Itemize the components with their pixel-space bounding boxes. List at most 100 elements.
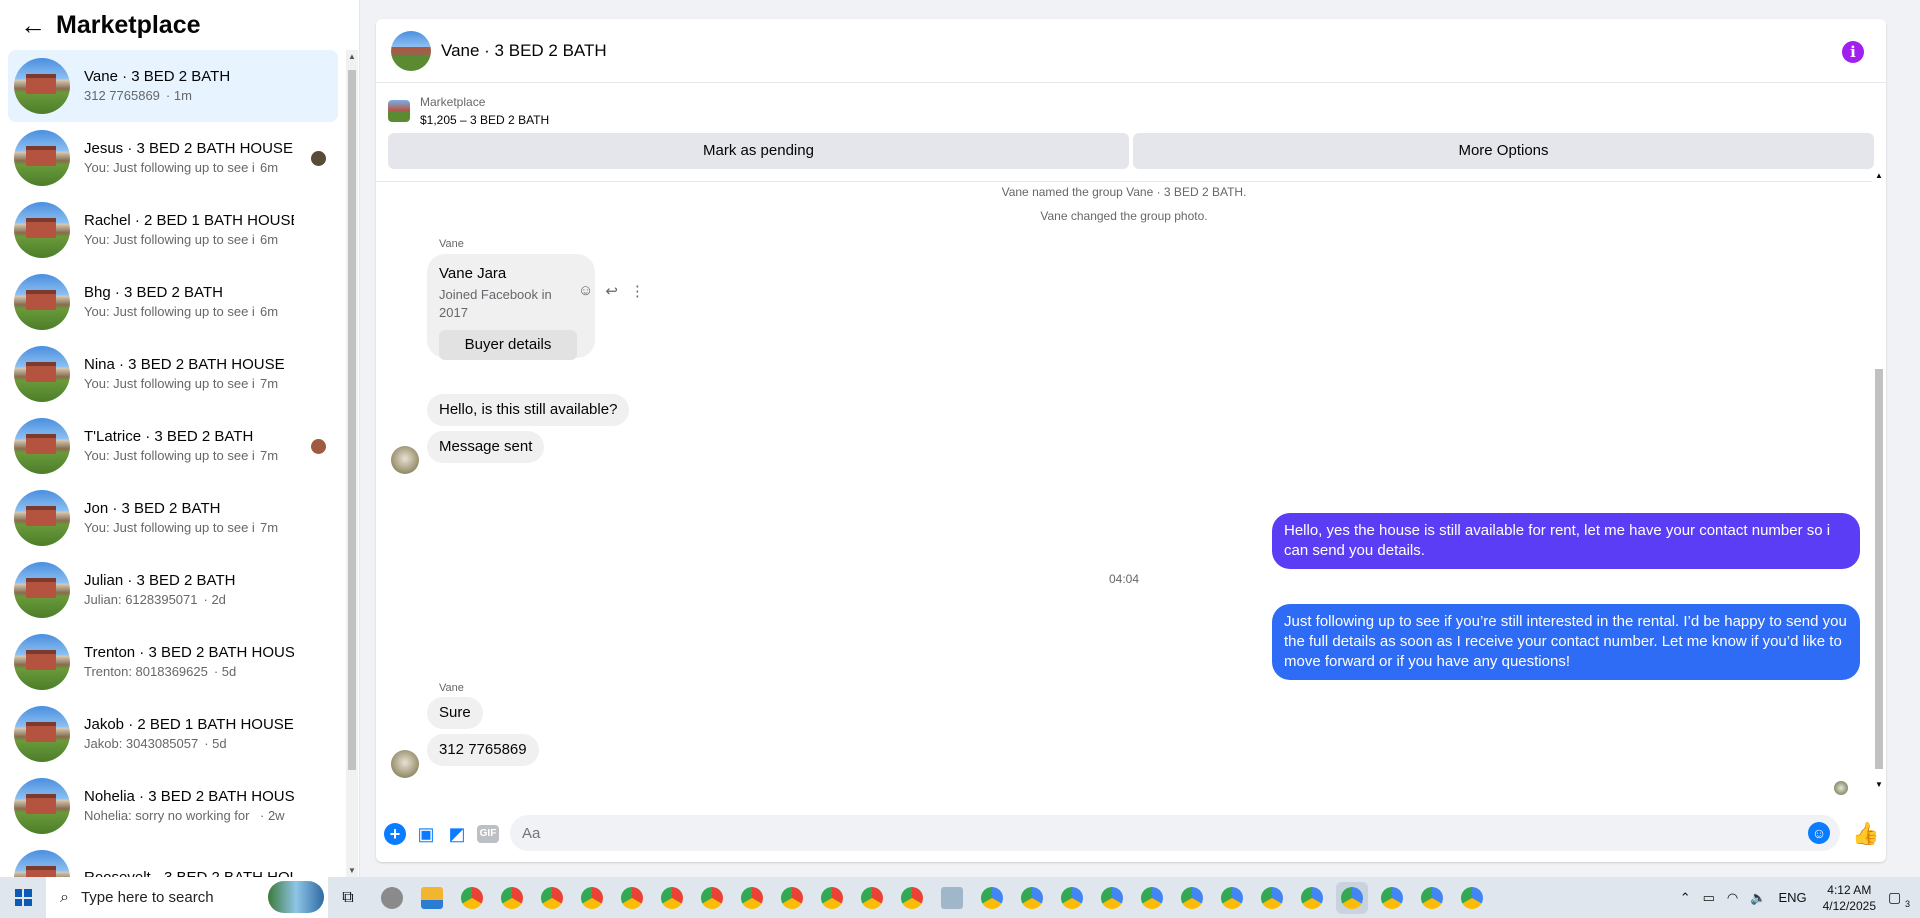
listing-thumbnail: [388, 100, 410, 122]
thumbs-up-icon[interactable]: 👍: [1852, 823, 1879, 845]
chrome-icon[interactable]: [776, 882, 808, 914]
conversation-item[interactable]: Julian · 3 BED 2 BATH Julian: 6128395071 ·…: [8, 554, 338, 626]
chrome-icon[interactable]: [1296, 882, 1328, 914]
conversation-snippet: You: Just following up to see if ...: [84, 448, 254, 463]
chrome-icon[interactable]: [816, 882, 848, 914]
volume-icon[interactable]: 🔈: [1750, 890, 1766, 906]
back-arrow-icon[interactable]: ←: [20, 10, 56, 41]
chrome-icon[interactable]: [1176, 882, 1208, 914]
taskbar-apps: [376, 881, 1488, 914]
info-icon[interactable]: i: [1842, 41, 1864, 63]
search-placeholder: Type here to search: [80, 889, 214, 906]
chrome-icon[interactable]: [1456, 882, 1488, 914]
conversation-time: · 5d: [204, 736, 227, 751]
chrome-icon[interactable]: [1136, 882, 1168, 914]
conversation-item[interactable]: Jon · 3 BED 2 BATH You: Just following up…: [8, 482, 338, 554]
notepad-icon[interactable]: [936, 882, 968, 914]
chrome-icon[interactable]: [896, 882, 928, 914]
conversation-name: Trenton · 3 BED 2 BATH HOUSE: [84, 644, 294, 661]
chrome-icon[interactable]: [456, 882, 488, 914]
more-vertical-icon[interactable]: ⋮: [630, 282, 645, 300]
sidebar-scrollbar[interactable]: ▲ ▼: [346, 50, 358, 877]
chrome-icon[interactable]: [1056, 882, 1088, 914]
taskbar-search[interactable]: ⌕ Type here to search: [46, 877, 328, 918]
conversation-item[interactable]: Vane · 3 BED 2 BATH 312 7765869 · 1m: [8, 50, 338, 122]
chrome-icon[interactable]: [1416, 882, 1448, 914]
message-input[interactable]: [510, 815, 1840, 851]
chrome-icon[interactable]: [1256, 882, 1288, 914]
reply-icon[interactable]: ↩: [605, 282, 618, 300]
sidebar-scroll-thumb[interactable]: [348, 70, 356, 770]
chrome-icon[interactable]: [656, 882, 688, 914]
conversation-item[interactable]: Nohelia · 3 BED 2 BATH HOUSE Nohelia: sor…: [8, 770, 338, 842]
group-avatar[interactable]: [391, 30, 431, 71]
scroll-up-arrow-icon[interactable]: ▲: [1875, 171, 1883, 180]
conversation-item[interactable]: Bhg · 3 BED 2 BATH You: Just following up…: [8, 266, 338, 338]
chrome-icon[interactable]: [1096, 882, 1128, 914]
chat-title[interactable]: Vane · 3 BED 2 BATH: [441, 41, 607, 61]
listing-summary[interactable]: Marketplace $1,205 – 3 BED 2 BATH: [388, 93, 549, 129]
outgoing-message[interactable]: Hello, yes the house is still available …: [1272, 513, 1860, 569]
gif-icon[interactable]: GIF: [477, 825, 499, 843]
react-emoji-icon[interactable]: ☺: [578, 282, 593, 300]
more-options-button[interactable]: More Options: [1133, 133, 1874, 169]
conversation-item[interactable]: Nina · 3 BED 2 BATH HOUSE You: Just follo…: [8, 338, 338, 410]
conversation-name: Julian · 3 BED 2 BATH: [84, 572, 236, 589]
wifi-icon[interactable]: ◠: [1727, 890, 1738, 906]
conversation-avatar: [14, 58, 70, 114]
buyer-details-button[interactable]: Buyer details: [439, 330, 577, 360]
photo-icon[interactable]: ▣: [415, 823, 437, 845]
chrome-icon[interactable]: [496, 882, 528, 914]
scroll-down-arrow-icon[interactable]: ▼: [1875, 780, 1883, 789]
chrome-icon[interactable]: [856, 882, 888, 914]
emoji-icon[interactable]: ☺: [1808, 822, 1830, 844]
sender-avatar[interactable]: [391, 750, 419, 778]
conversation-name: Bhg · 3 BED 2 BATH: [84, 284, 223, 301]
chat-scrollbar[interactable]: ▲ ▼: [1874, 169, 1884, 789]
meet-now-icon[interactable]: ▭: [1703, 890, 1715, 906]
chrome-icon[interactable]: [736, 882, 768, 914]
chrome-icon[interactable]: [1016, 882, 1048, 914]
language-indicator[interactable]: ENG: [1778, 890, 1806, 905]
chrome-icon[interactable]: [1376, 882, 1408, 914]
outgoing-message[interactable]: Just following up to see if you’re still…: [1272, 604, 1860, 680]
mark-as-pending-button[interactable]: Mark as pending: [388, 133, 1129, 169]
conversation-time: · 2w: [260, 808, 285, 823]
incoming-message[interactable]: Sure: [427, 697, 483, 729]
conversation-item[interactable]: Trenton · 3 BED 2 BATH HOUSE Trenton: 801…: [8, 626, 338, 698]
incoming-message[interactable]: 312 7765869: [427, 734, 539, 766]
sender-avatar[interactable]: [391, 446, 419, 474]
task-view-icon[interactable]: ⧉: [328, 889, 368, 907]
chrome-icon[interactable]: [616, 882, 648, 914]
start-button[interactable]: [0, 877, 46, 918]
conversation-snippet: You: Just following up to see if you...: [84, 376, 254, 391]
chevron-up-icon[interactable]: ⌃: [1680, 890, 1691, 906]
clock[interactable]: 4:12 AM 4/12/2025: [1823, 882, 1876, 914]
conversation-item[interactable]: T'Latrice · 3 BED 2 BATH You: Just follow…: [8, 410, 338, 482]
conversation-snippet: Julian: 6128395071: [84, 592, 198, 607]
conversation-item[interactable]: Rachel · 2 BED 1 BATH HOUSE You: Just fol…: [8, 194, 338, 266]
conversation-item[interactable]: Jakob · 2 BED 1 BATH HOUSE Jakob: 3043085…: [8, 698, 338, 770]
notification-icon[interactable]: ▢ 3: [1888, 889, 1910, 909]
chrome-icon[interactable]: [976, 882, 1008, 914]
file-explorer-icon[interactable]: [416, 882, 448, 914]
conversation-name: Nina · 3 BED 2 BATH HOUSE: [84, 356, 285, 373]
incoming-message[interactable]: Message sent: [427, 431, 545, 463]
system-message: Vane changed the group photo.: [1040, 209, 1208, 223]
chrome-icon[interactable]: [576, 882, 608, 914]
scroll-up-arrow-icon[interactable]: ▲: [348, 52, 356, 61]
plus-icon[interactable]: +: [384, 823, 406, 845]
chrome-icon[interactable]: [536, 882, 568, 914]
chat-scroll-thumb[interactable]: [1875, 369, 1883, 769]
chrome-icon[interactable]: [1336, 881, 1368, 914]
chrome-icon[interactable]: [1216, 882, 1248, 914]
sticker-icon[interactable]: ◩: [446, 823, 468, 845]
app-icon[interactable]: [376, 882, 408, 914]
scroll-down-arrow-icon[interactable]: ▼: [348, 866, 356, 875]
conversation-item[interactable]: Roosevelt · 3 BED 2 BATH HOUSE: [8, 842, 338, 877]
sidebar-header: ← Marketplace: [0, 0, 359, 50]
conversation-time: · 1m: [165, 88, 192, 103]
chrome-icon[interactable]: [696, 882, 728, 914]
incoming-message[interactable]: Hello, is this still available?: [427, 394, 630, 426]
conversation-item[interactable]: Jesus · 3 BED 2 BATH HOUSE You: Just foll…: [8, 122, 338, 194]
